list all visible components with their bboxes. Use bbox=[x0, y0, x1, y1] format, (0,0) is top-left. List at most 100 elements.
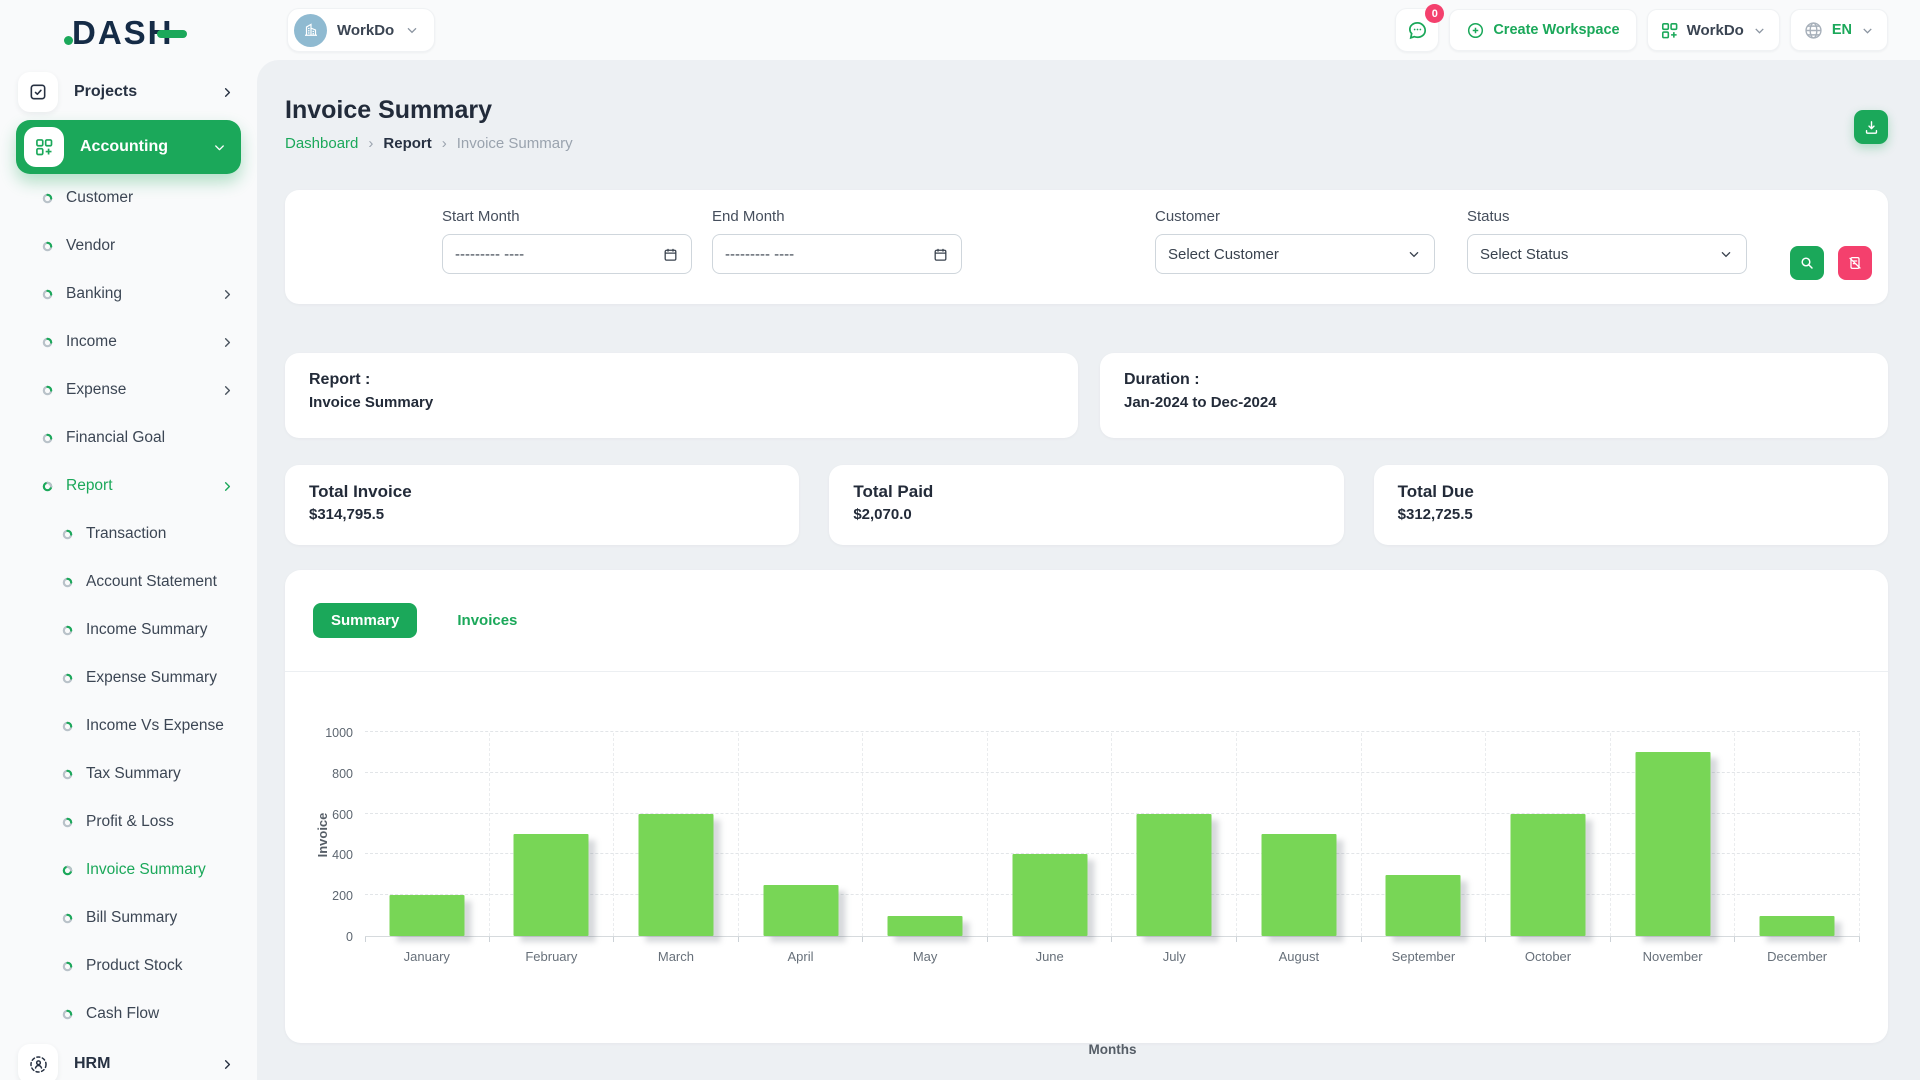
chart-tabs: Summary Invoices bbox=[285, 570, 1888, 672]
x-tick-january: January bbox=[365, 949, 489, 964]
chevron-down-icon bbox=[212, 140, 227, 155]
sidebar-item-banking[interactable]: Banking bbox=[16, 270, 241, 318]
apply-filter-button[interactable] bbox=[1790, 246, 1824, 280]
x-tick-april: April bbox=[739, 949, 863, 964]
breadcrumb-dashboard[interactable]: Dashboard bbox=[285, 135, 358, 152]
sidebar-item-accounting[interactable]: Accounting bbox=[16, 120, 241, 174]
month-slot-march: March bbox=[614, 733, 739, 936]
sidebar-item-projects[interactable]: Projects bbox=[16, 70, 241, 114]
bullet-icon bbox=[42, 481, 53, 492]
sidebar-item-financial-goal[interactable]: Financial Goal bbox=[16, 414, 241, 462]
stat-card-total-paid: Total Paid$2,070.0 bbox=[829, 465, 1343, 545]
messages-button[interactable]: 0 bbox=[1395, 8, 1439, 52]
sidebar-item-label: Report bbox=[66, 477, 207, 495]
x-tick-august: August bbox=[1237, 949, 1361, 964]
tab-invoices[interactable]: Invoices bbox=[439, 603, 535, 638]
bullet-icon bbox=[62, 865, 73, 876]
x-tick-july: July bbox=[1112, 949, 1236, 964]
start-month-input[interactable]: --------- ---- bbox=[442, 234, 692, 274]
sidebar-item-expense-summary[interactable]: Expense Summary bbox=[16, 654, 241, 702]
sidebar-item-report[interactable]: Report bbox=[16, 462, 241, 510]
sidebar-item-hrm[interactable]: HRM bbox=[16, 1042, 241, 1080]
y-tick-800: 800 bbox=[313, 767, 353, 781]
status-selected-value: Select Status bbox=[1480, 246, 1718, 263]
sidebar-item-label: Banking bbox=[66, 285, 207, 303]
clear-filter-icon bbox=[1847, 255, 1863, 271]
chevron-right-icon bbox=[220, 85, 235, 100]
chevron-down-icon bbox=[1718, 246, 1734, 262]
bullet-icon bbox=[62, 913, 73, 924]
breadcrumb-report[interactable]: Report bbox=[383, 135, 431, 152]
chevron-right-icon bbox=[220, 1057, 235, 1072]
chevron-right-icon bbox=[220, 383, 235, 398]
workspace-name: WorkDo bbox=[337, 22, 394, 39]
y-tick-400: 400 bbox=[313, 848, 353, 862]
bullet-icon bbox=[62, 577, 73, 588]
breadcrumb-separator: › bbox=[368, 135, 373, 152]
sidebar-item-label: Invoice Summary bbox=[86, 861, 241, 879]
sidebar-item-expense[interactable]: Expense bbox=[16, 366, 241, 414]
sidebar-item-product-stock[interactable]: Product Stock bbox=[16, 942, 241, 990]
x-tick-may: May bbox=[863, 949, 987, 964]
bar-november bbox=[1635, 752, 1710, 936]
x-tick-october: October bbox=[1486, 949, 1610, 964]
bar-october bbox=[1510, 814, 1585, 936]
chart-plot-area: 02004006008001000 JanuaryFebruaryMarchAp… bbox=[365, 733, 1860, 937]
sidebar-item-cash-flow[interactable]: Cash Flow bbox=[16, 990, 241, 1038]
y-tick-0: 0 bbox=[313, 930, 353, 944]
status-select[interactable]: Select Status bbox=[1467, 234, 1747, 274]
grid-plus-icon bbox=[1660, 21, 1679, 40]
y-tick-200: 200 bbox=[313, 889, 353, 903]
breadcrumb: Dashboard›Report›Invoice Summary bbox=[285, 135, 573, 152]
chart-card: SummaryInvoices Invoice 0200400600800100… bbox=[285, 570, 1888, 1043]
checkbox-icon bbox=[18, 72, 58, 112]
start-month-label: Start Month bbox=[442, 208, 692, 225]
stat-card-total-due: Total Due$312,725.5 bbox=[1374, 465, 1888, 545]
sidebar-item-invoice-summary[interactable]: Invoice Summary bbox=[16, 846, 241, 894]
sidebar-item-transaction[interactable]: Transaction bbox=[16, 510, 241, 558]
sidebar-item-account-statement[interactable]: Account Statement bbox=[16, 558, 241, 606]
report-card: Report : Invoice Summary bbox=[285, 353, 1078, 438]
x-tick-june: June bbox=[988, 949, 1112, 964]
sidebar-item-income-summary[interactable]: Income Summary bbox=[16, 606, 241, 654]
y-tick-1000: 1000 bbox=[313, 726, 353, 740]
sidebar-item-tax-summary[interactable]: Tax Summary bbox=[16, 750, 241, 798]
customer-select[interactable]: Select Customer bbox=[1155, 234, 1435, 274]
x-tick-november: November bbox=[1611, 949, 1735, 964]
bar-december bbox=[1760, 916, 1835, 936]
sidebar-item-income[interactable]: Income bbox=[16, 318, 241, 366]
month-slot-february: February bbox=[490, 733, 615, 936]
plus-circle-icon bbox=[1466, 21, 1485, 40]
sidebar-item-label: Customer bbox=[66, 189, 241, 207]
bar-april bbox=[763, 885, 838, 936]
download-button[interactable] bbox=[1854, 110, 1888, 144]
duration-value: Jan-2024 to Dec-2024 bbox=[1124, 394, 1864, 411]
globe-icon bbox=[1803, 20, 1824, 41]
tab-summary[interactable]: Summary bbox=[313, 603, 417, 638]
bar-march bbox=[638, 814, 713, 936]
duration-label: Duration : bbox=[1124, 371, 1864, 389]
sidebar-item-bill-summary[interactable]: Bill Summary bbox=[16, 894, 241, 942]
workspace-switcher[interactable]: WorkDo bbox=[287, 8, 435, 52]
language-selector[interactable]: EN bbox=[1790, 9, 1888, 51]
sidebar-item-label: Income Vs Expense bbox=[86, 717, 241, 735]
end-month-input[interactable]: --------- ---- bbox=[712, 234, 962, 274]
sidebar-item-vendor[interactable]: Vendor bbox=[16, 222, 241, 270]
bullet-icon bbox=[62, 961, 73, 972]
sidebar-item-income-vs-expense[interactable]: Income Vs Expense bbox=[16, 702, 241, 750]
sidebar-item-profit-loss[interactable]: Profit & Loss bbox=[16, 798, 241, 846]
bar-august bbox=[1261, 834, 1336, 936]
month-slot-november: November bbox=[1611, 733, 1736, 936]
customer-selected-value: Select Customer bbox=[1168, 246, 1406, 263]
create-workspace-button[interactable]: Create Workspace bbox=[1449, 9, 1636, 51]
y-tick-600: 600 bbox=[313, 808, 353, 822]
chevron-down-icon bbox=[1860, 23, 1875, 38]
end-month-label: End Month bbox=[712, 208, 962, 225]
gridline-1000 bbox=[365, 731, 1860, 732]
language-code: EN bbox=[1832, 22, 1852, 38]
x-tick-september: September bbox=[1362, 949, 1486, 964]
reset-filter-button[interactable] bbox=[1838, 246, 1872, 280]
account-menu-button[interactable]: WorkDo bbox=[1647, 9, 1780, 51]
sidebar-item-customer[interactable]: Customer bbox=[16, 174, 241, 222]
month-slot-july: July bbox=[1112, 733, 1237, 936]
